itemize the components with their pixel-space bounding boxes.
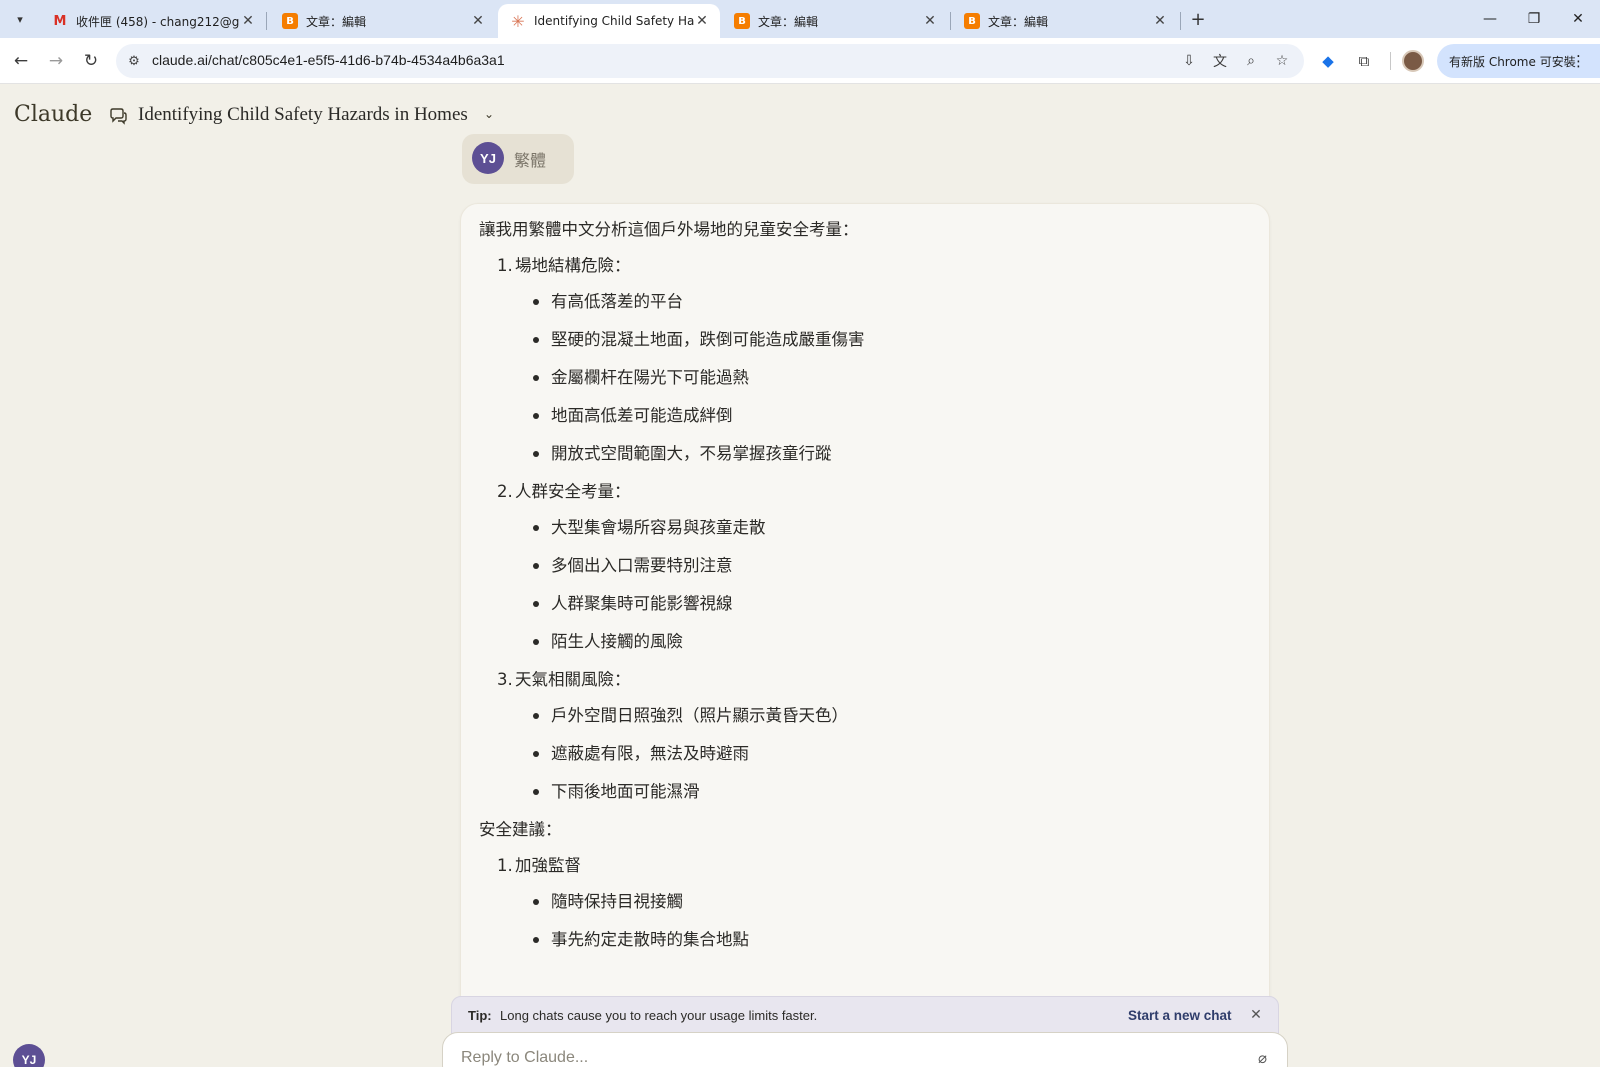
extensions-puzzle-icon[interactable]: ⧉ — [1352, 49, 1376, 73]
translate-icon[interactable]: 文 — [1209, 51, 1231, 71]
list-item: 陌生人接觸的風險 — [533, 630, 1249, 654]
claude-icon: ✳ — [511, 11, 525, 31]
install-app-icon[interactable]: ⇩ — [1178, 51, 1200, 71]
paperclip-icon[interactable]: ⌀ — [1258, 1049, 1267, 1067]
section-number: 2. — [497, 482, 513, 501]
section-number: 3. — [497, 670, 513, 689]
user-avatar: YJ — [472, 142, 504, 174]
tab-blogger-2[interactable]: B 文章：編輯 ✕ — [722, 4, 948, 38]
address-bar[interactable]: ⚙ claude.ai/chat/c805c4e1-e5f5-41d6-b74b… — [116, 44, 1304, 78]
section-title: 天氣相關風險： — [515, 670, 631, 689]
close-tab-icon[interactable]: ✕ — [470, 13, 486, 29]
hazard-section: 2. 人群安全考量： 大型集會場所容易與孩童走散 多個出入口需要特別注意 人群聚集… — [497, 480, 1249, 654]
list-item: 隨時保持目視接觸 — [533, 890, 1249, 914]
tab-title: Identifying Child Safety Hazar — [534, 14, 694, 28]
user-message: YJ 繁體 — [462, 134, 574, 184]
hazard-section: 1. 場地結構危險： 有高低落差的平台 堅硬的混凝土地面，跌倒可能造成嚴重傷害 金… — [497, 254, 1249, 466]
tab-title: 文章：編輯 — [306, 14, 367, 29]
gmail-icon: M — [53, 13, 67, 29]
tip-text: Long chats cause you to reach your usage… — [500, 1008, 818, 1023]
browser-toolbar: ← → ↻ ⚙ claude.ai/chat/c805c4e1-e5f5-41d… — [0, 38, 1600, 84]
usage-tip-banner: Tip: Long chats cause you to reach your … — [451, 996, 1279, 1036]
account-avatar[interactable]: YJ — [13, 1044, 45, 1067]
blogger-icon: B — [282, 13, 298, 29]
section-title: 人群安全考量： — [515, 482, 631, 501]
list-item: 開放式空間範圍大，不易掌握孩童行蹤 — [533, 442, 1249, 466]
tab-separator — [1180, 12, 1181, 30]
list-item: 堅硬的混凝土地面，跌倒可能造成嚴重傷害 — [533, 328, 1249, 352]
tab-strip: ▾ M 收件匣 (458) - chang212@gm ✕ B 文章：編輯 ✕ … — [0, 0, 1600, 38]
tab-claude-active[interactable]: ✳ Identifying Child Safety Hazar ✕ — [498, 4, 720, 38]
response-body: 讓我用繁體中文分析這個戶外場地的兒童安全考量： 1. 場地結構危險： 有高低落差的… — [479, 218, 1249, 966]
user-message-text: 繁體 — [514, 151, 547, 170]
new-tab-plus-icon[interactable]: + — [1186, 7, 1210, 31]
tab-title: 收件匣 (458) - chang212@gm — [76, 14, 240, 29]
tab-separator — [266, 12, 267, 30]
section-number: 1. — [497, 856, 513, 875]
chevron-down-icon[interactable]: ⌄ — [484, 107, 494, 121]
toolbar-divider — [1390, 52, 1391, 70]
list-item: 多個出入口需要特別注意 — [533, 554, 1249, 578]
advice-list: 1. 加強監督 隨時保持目視接觸 事先約定走散時的集合地點 — [497, 854, 1249, 952]
list-item: 地面高低差可能造成絆倒 — [533, 404, 1249, 428]
hazard-section: 3. 天氣相關風險： 戶外空間日照強烈（照片顯示黃昏天色） 遮蔽處有限，無法及時避… — [497, 668, 1249, 804]
close-tab-icon[interactable]: ✕ — [240, 13, 256, 29]
assistant-message: 讓我用繁體中文分析這個戶外場地的兒童安全考量： 1. 場地結構危險： 有高低落差的… — [460, 203, 1270, 1023]
list-item: 事先約定走散時的集合地點 — [533, 928, 1249, 952]
close-window-icon[interactable]: ✕ — [1556, 0, 1600, 38]
close-icon[interactable]: ✕ — [1246, 1005, 1266, 1025]
hazard-list: 1. 場地結構危險： 有高低落差的平台 堅硬的混凝土地面，跌倒可能造成嚴重傷害 金… — [497, 254, 1249, 804]
profile-avatar[interactable] — [1402, 50, 1424, 72]
more-menu-icon[interactable]: ⋮ — [1571, 52, 1586, 70]
bullet-list: 戶外空間日照強烈（照片顯示黃昏天色） 遮蔽處有限，無法及時避雨 下雨後地面可能濕… — [533, 704, 1249, 804]
bullet-list: 隨時保持目視接觸 事先約定走散時的集合地點 — [533, 890, 1249, 952]
tab-separator — [950, 12, 951, 30]
response-intro: 讓我用繁體中文分析這個戶外場地的兒童安全考量： — [479, 220, 859, 239]
tab-search-chevron-icon[interactable]: ▾ — [8, 7, 32, 31]
url-text[interactable]: claude.ai/chat/c805c4e1-e5f5-41d6-b74b-4… — [152, 52, 505, 68]
advice-heading: 安全建議： — [479, 820, 562, 839]
tab-blogger-1[interactable]: B 文章：編輯 ✕ — [270, 4, 496, 38]
reply-input[interactable] — [461, 1049, 1221, 1067]
bookmark-star-icon[interactable]: ☆ — [1271, 51, 1293, 71]
restore-icon[interactable]: ❐ — [1512, 0, 1556, 38]
zoom-icon[interactable]: ⌕ — [1240, 51, 1262, 71]
blogger-icon: B — [964, 13, 980, 29]
list-item: 金屬欄杆在陽光下可能過熱 — [533, 366, 1249, 390]
reply-composer: ⌀ — [442, 1032, 1288, 1067]
section-title: 場地結構危險： — [515, 256, 631, 275]
back-arrow-icon[interactable]: ← — [8, 48, 34, 74]
bullet-list: 大型集會場所容易與孩童走散 多個出入口需要特別注意 人群聚集時可能影響視線 陌生… — [533, 516, 1249, 654]
section-title: 加強監督 — [515, 856, 581, 875]
tip-label: Tip: — [468, 1008, 492, 1023]
minimize-icon[interactable]: — — [1468, 0, 1512, 38]
list-item: 遮蔽處有限，無法及時避雨 — [533, 742, 1249, 766]
close-tab-icon[interactable]: ✕ — [1152, 13, 1168, 29]
section-number: 1. — [497, 256, 513, 275]
close-tab-icon[interactable]: ✕ — [922, 13, 938, 29]
close-tab-icon[interactable]: ✕ — [694, 13, 710, 29]
chat-bubble-icon — [108, 106, 128, 126]
list-item: 戶外空間日照強烈（照片顯示黃昏天色） — [533, 704, 1249, 728]
reload-icon[interactable]: ↻ — [78, 48, 104, 74]
chat-title[interactable]: Identifying Child Safety Hazards in Home… — [138, 104, 468, 126]
forward-arrow-icon[interactable]: → — [43, 48, 69, 74]
tab-blogger-3[interactable]: B 文章：編輯 ✕ — [952, 4, 1178, 38]
claude-logo[interactable]: Claude — [14, 102, 92, 127]
blogger-icon: B — [734, 13, 750, 29]
chrome-update-button[interactable]: 有新版 Chrome 可安裝 ⋮ — [1437, 44, 1600, 78]
list-item: 人群聚集時可能影響視線 — [533, 592, 1249, 616]
tab-gmail[interactable]: M 收件匣 (458) - chang212@gm ✕ — [40, 4, 266, 38]
advice-section: 1. 加強監督 隨時保持目視接觸 事先約定走散時的集合地點 — [497, 854, 1249, 952]
list-item: 下雨後地面可能濕滑 — [533, 780, 1249, 804]
tab-title: 文章：編輯 — [988, 14, 1049, 29]
tab-title: 文章：編輯 — [758, 14, 819, 29]
bullet-list: 有高低落差的平台 堅硬的混凝土地面，跌倒可能造成嚴重傷害 金屬欄杆在陽光下可能過… — [533, 290, 1249, 466]
site-settings-icon[interactable]: ⚙ — [124, 51, 144, 71]
list-item: 有高低落差的平台 — [533, 290, 1249, 314]
extension-graduation-cap-icon[interactable]: ◆ — [1316, 49, 1340, 73]
update-label: 有新版 Chrome 可安裝 — [1449, 54, 1576, 69]
list-item: 大型集會場所容易與孩童走散 — [533, 516, 1249, 540]
start-new-chat-link[interactable]: Start a new chat — [1128, 1008, 1232, 1023]
